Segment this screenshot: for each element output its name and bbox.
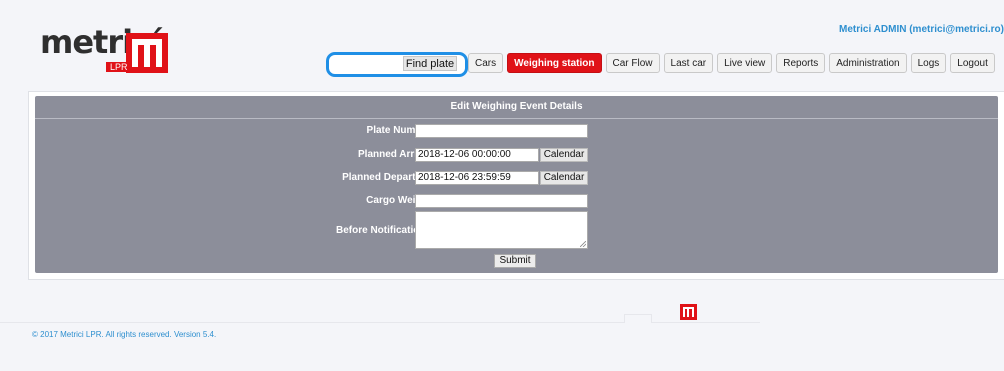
logo-lpr-tag: LPR xyxy=(106,62,132,72)
cargo-weight-input[interactable] xyxy=(415,194,588,208)
find-plate-button[interactable]: Find plate xyxy=(403,56,457,71)
plate-search-input[interactable] xyxy=(335,56,399,71)
plate-search-box: Find plate xyxy=(326,52,468,77)
cargo-weight-label: Cargo Weight xyxy=(366,195,431,206)
panel-title: Edit Weighing Event Details xyxy=(35,96,998,119)
nav-car-flow[interactable]: Car Flow xyxy=(605,53,660,73)
nav-last-car[interactable]: Last car xyxy=(663,53,714,73)
logo-mark-icon xyxy=(126,33,168,73)
nav-logs[interactable]: Logs xyxy=(910,53,947,73)
nav-administration[interactable]: Administration xyxy=(829,53,907,73)
plate-number-input[interactable] xyxy=(415,124,588,138)
planned-departure-label: Planned Departure xyxy=(342,172,431,183)
planned-arrival-input[interactable]: 2018-12-06 00:00:00 xyxy=(415,148,539,162)
nav-live-view[interactable]: Live view xyxy=(717,53,773,73)
planned-arrival-label: Planned Arrival xyxy=(358,149,431,160)
planned-departure-calendar-button[interactable]: Calendar xyxy=(540,171,588,185)
user-account-link[interactable]: Metrici ADMIN (metrici@metrici.ro) xyxy=(839,24,1004,35)
footer-logo-icon xyxy=(680,304,697,320)
nav-logout[interactable]: Logout xyxy=(950,53,995,73)
footer-tab xyxy=(624,314,652,323)
plate-number-label: Plate Number xyxy=(366,125,431,136)
nav-cars[interactable]: Cars xyxy=(468,53,504,73)
nav-reports[interactable]: Reports xyxy=(776,53,826,73)
edit-weighing-event-panel: Edit Weighing Event Details Plate Number… xyxy=(35,96,998,273)
resize-grip-icon[interactable] xyxy=(580,241,586,247)
submit-button[interactable]: Submit xyxy=(494,254,536,268)
main-nav: Cars Weighing station Car Flow Last car Live… xyxy=(468,53,999,73)
copyright-text: © 2017 Metrici LPR. All rights reserved.… xyxy=(32,330,217,339)
before-notifications-textarea[interactable] xyxy=(415,211,588,249)
before-notifications-label: Before Notifications xyxy=(335,225,431,236)
header: metricí LPR Metrici ADMIN (metrici@metri… xyxy=(0,0,1004,84)
planned-arrival-calendar-button[interactable]: Calendar xyxy=(540,148,588,162)
metrici-logo[interactable]: metricí LPR xyxy=(40,22,180,78)
planned-departure-input[interactable]: 2018-12-06 23:59:59 xyxy=(415,171,539,185)
nav-weighing-station[interactable]: Weighing station xyxy=(507,53,602,73)
